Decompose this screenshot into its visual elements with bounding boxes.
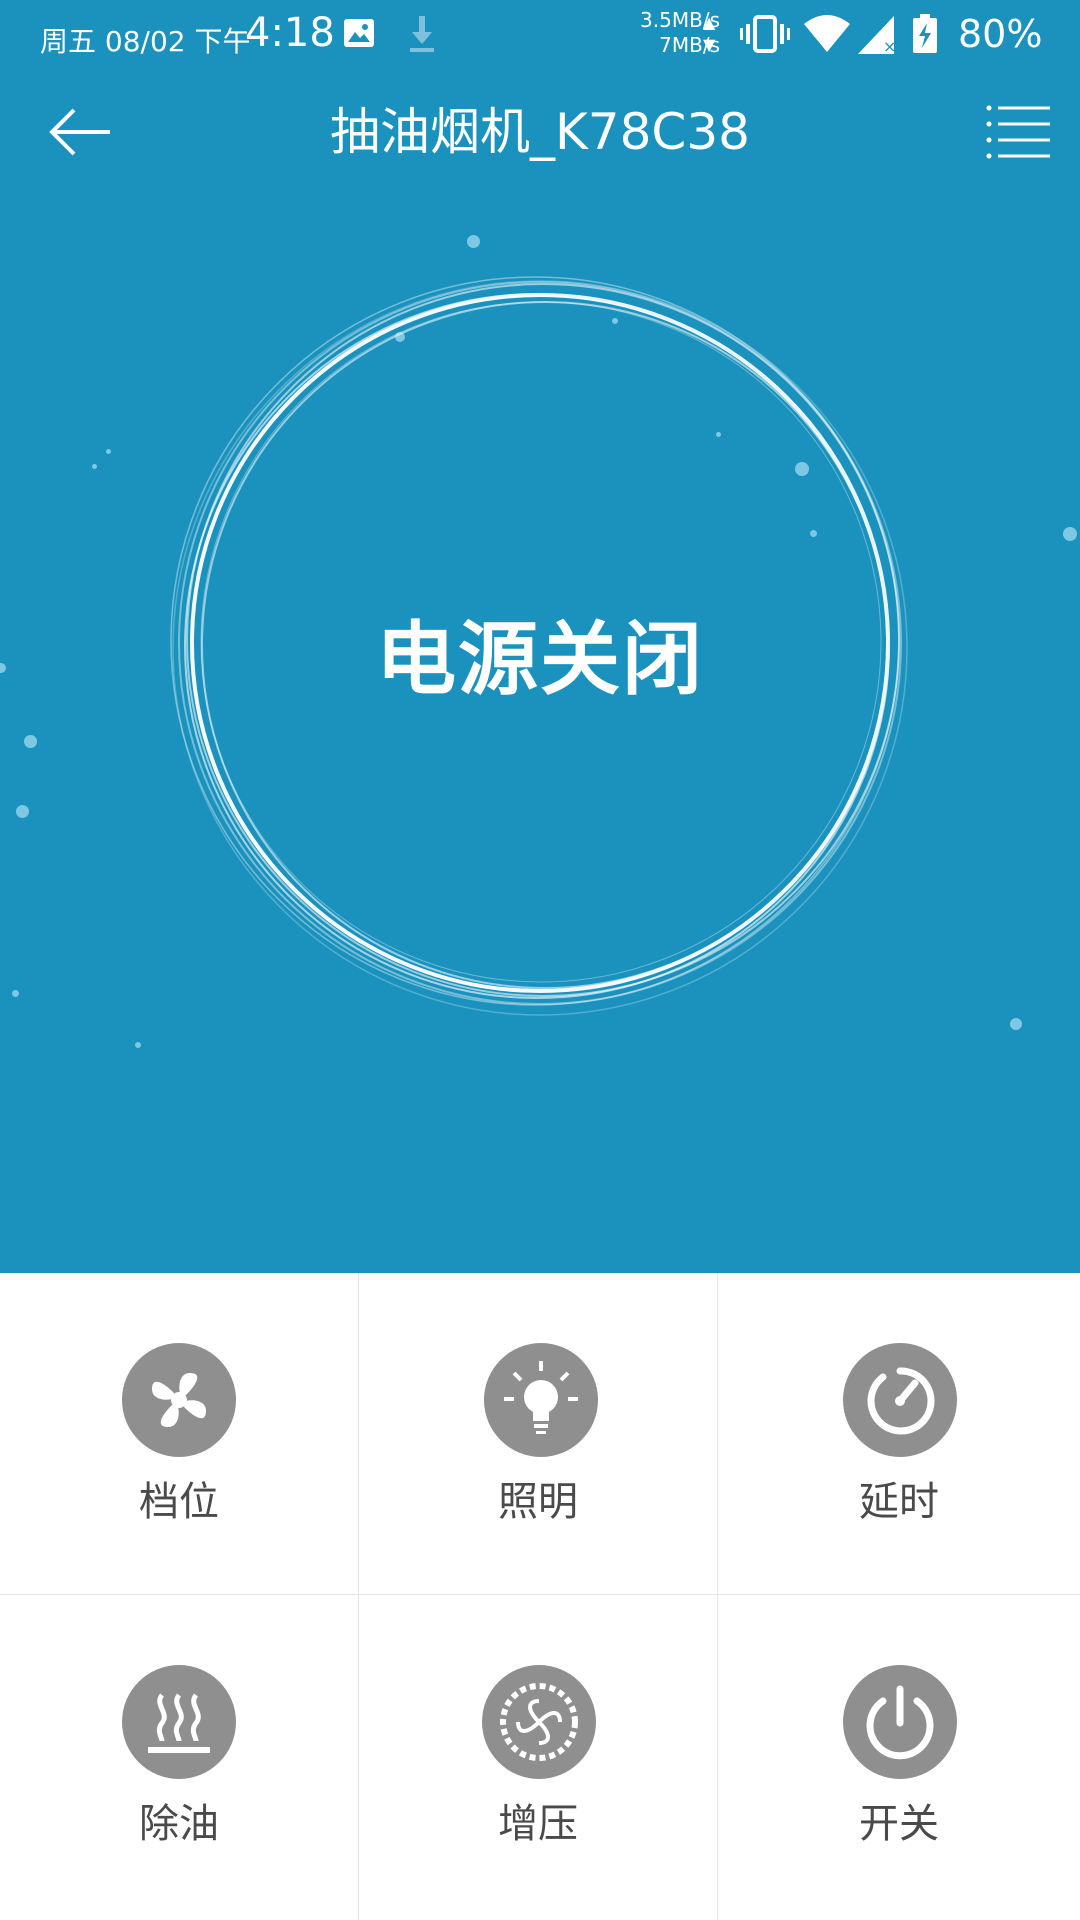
control-label: 照明 xyxy=(498,1479,578,1525)
decor-dot xyxy=(12,990,19,997)
fan-icon xyxy=(122,1343,236,1457)
control-degrease[interactable]: 除油 xyxy=(0,1595,359,1920)
decor-dot xyxy=(1063,527,1077,541)
decor-dot xyxy=(92,464,97,469)
power-state-label: 电源关闭 xyxy=(376,613,704,706)
network-speed: 3.5MB/s 7MB/s xyxy=(600,8,720,58)
image-notification-icon xyxy=(344,19,374,47)
timer-icon xyxy=(843,1343,957,1457)
control-fan-speed[interactable]: 档位 xyxy=(0,1273,359,1595)
control-label: 档位 xyxy=(139,1479,219,1525)
menu-list-icon[interactable] xyxy=(986,100,1052,164)
power-icon xyxy=(843,1665,957,1779)
decor-dot xyxy=(24,735,37,748)
control-delay-timer[interactable]: 延时 xyxy=(718,1273,1080,1595)
network-speed-down: 7MB/s xyxy=(659,33,720,57)
battery-icon xyxy=(913,14,937,53)
decor-dot xyxy=(16,805,29,818)
status-bar: 周五 08/02 下午 4:18 3.5MB/s 7MB/s ▲ ▼ × 80% xyxy=(0,0,1080,70)
control-label: 除油 xyxy=(139,1801,219,1847)
control-lighting[interactable]: 照明 xyxy=(359,1273,718,1595)
status-date: 周五 08/02 下午 xyxy=(40,25,251,58)
control-label: 开关 xyxy=(859,1801,939,1847)
decor-dot xyxy=(467,235,480,248)
svg-text:×: × xyxy=(883,37,896,54)
lightbulb-icon xyxy=(484,1343,598,1457)
page-title: 抽油烟机_K78C38 xyxy=(330,103,750,161)
control-grid: 档位 照明 延时 除油 增压 开关 xyxy=(0,1273,1080,1920)
status-time: 4:18 xyxy=(245,10,335,56)
decor-dot xyxy=(106,449,111,454)
vibrate-icon xyxy=(740,15,790,53)
signal-icon: × xyxy=(858,16,896,54)
network-speed-up: 3.5MB/s xyxy=(640,8,720,32)
wifi-icon xyxy=(804,15,850,52)
decor-dot xyxy=(135,1042,141,1048)
boost-icon xyxy=(482,1665,596,1779)
control-label: 增压 xyxy=(498,1801,578,1847)
battery-percent: 80% xyxy=(958,12,1043,56)
steam-icon xyxy=(122,1665,236,1779)
control-label: 延时 xyxy=(859,1479,939,1525)
control-boost[interactable]: 增压 xyxy=(359,1595,718,1920)
control-power[interactable]: 开关 xyxy=(718,1595,1080,1920)
network-arrows-icon: ▲ ▼ xyxy=(703,13,716,54)
download-icon xyxy=(410,16,434,52)
decor-dot xyxy=(1010,1018,1022,1030)
control-header: 周五 08/02 下午 4:18 3.5MB/s 7MB/s ▲ ▼ × 80%… xyxy=(0,0,1080,1273)
